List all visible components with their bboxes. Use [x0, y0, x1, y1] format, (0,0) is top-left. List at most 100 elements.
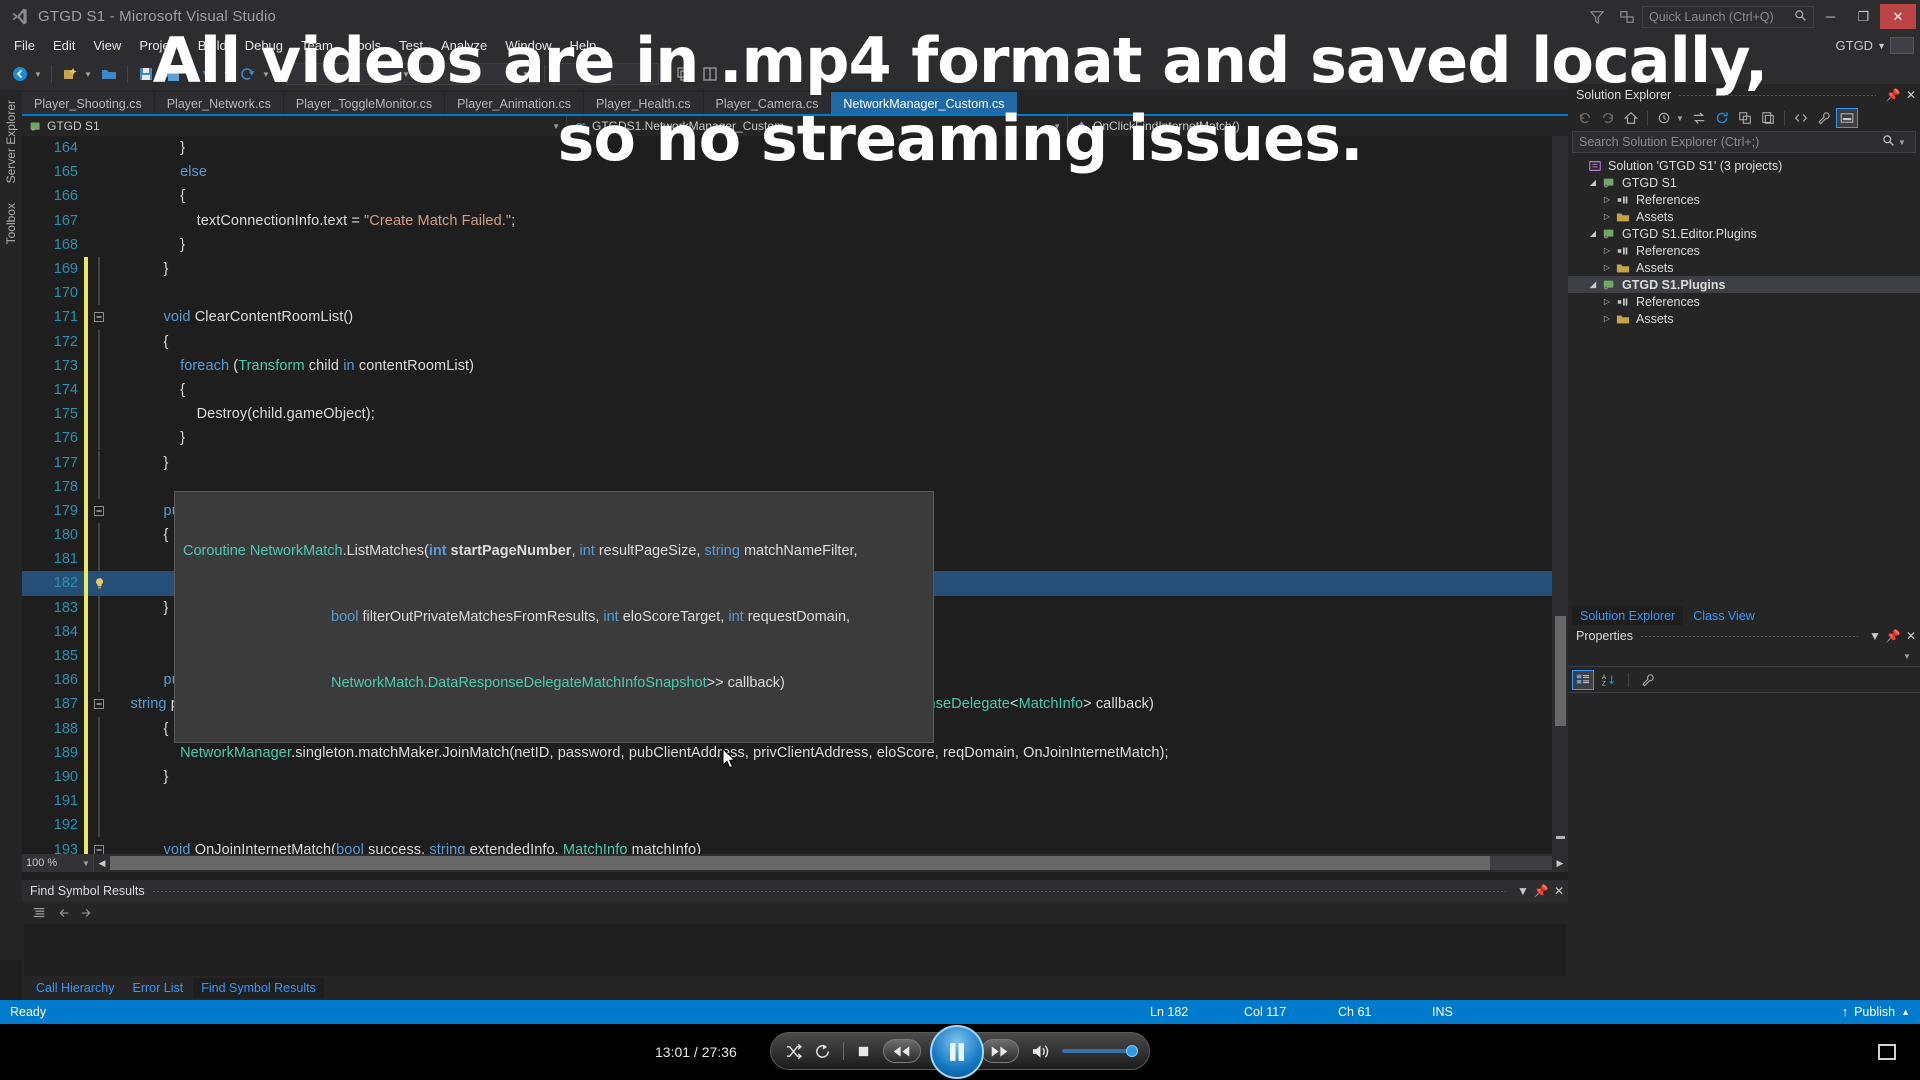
- close-icon[interactable]: ✕: [1902, 88, 1920, 102]
- collapse-all-icon[interactable]: [30, 904, 48, 922]
- preview-selected-items-icon[interactable]: [1836, 108, 1858, 128]
- pin-icon[interactable]: 📌: [1884, 88, 1902, 102]
- code-text[interactable]: }: [110, 261, 169, 277]
- document-tab-player-camera[interactable]: Player_Camera.cs: [704, 92, 831, 116]
- code-text[interactable]: {: [110, 188, 185, 204]
- menu-item-view[interactable]: View: [84, 35, 130, 56]
- menu-item-build[interactable]: Build: [189, 35, 236, 56]
- code-line[interactable]: 193 void OnJoinInternetMatch(bool succes…: [22, 837, 1568, 854]
- dock-tab-class-view[interactable]: Class View: [1685, 606, 1763, 625]
- menu-item-help[interactable]: Help: [561, 35, 606, 56]
- editor-hscroll-thumb[interactable]: [110, 856, 1490, 870]
- code-line[interactable]: 189 NetworkManager.singleton.matchMaker.…: [22, 741, 1568, 765]
- code-line[interactable]: 174 {: [22, 378, 1568, 402]
- dock-tab-solution-explorer[interactable]: Solution Explorer: [1572, 606, 1683, 625]
- code-text[interactable]: {: [110, 382, 185, 398]
- back-icon[interactable]: [1574, 108, 1596, 128]
- code-text[interactable]: }: [110, 769, 169, 785]
- menu-item-analyze[interactable]: Analyze: [432, 35, 496, 56]
- document-tab-player-shooting[interactable]: Player_Shooting.cs: [22, 92, 154, 116]
- search-icon[interactable]: [1882, 134, 1895, 150]
- collapse-all-icon[interactable]: [1734, 108, 1756, 128]
- code-text[interactable]: }: [110, 430, 185, 446]
- pin-icon[interactable]: 📌: [1884, 629, 1902, 643]
- solution-tree-item[interactable]: ▷Assets: [1568, 208, 1920, 225]
- expand-arrow-closed-icon[interactable]: ▷: [1600, 263, 1614, 272]
- close-icon[interactable]: ✕: [1902, 629, 1920, 643]
- new-project-dropdown-icon[interactable]: ▼: [84, 70, 95, 79]
- code-line[interactable]: 167 textConnectionInfo.text = "Create Ma…: [22, 209, 1568, 233]
- chevron-up-icon[interactable]: ▲: [1901, 1007, 1910, 1017]
- volume-slider[interactable]: [1062, 1049, 1135, 1053]
- expand-arrow-closed-icon[interactable]: ▷: [1600, 297, 1614, 306]
- properties-object-combo[interactable]: ▼: [1568, 647, 1920, 667]
- solution-config-combo[interactable]: ▼: [286, 63, 418, 85]
- new-window-icon[interactable]: [672, 62, 696, 86]
- navbar-member-selector[interactable]: OnClickFindInternetMatch(): [1068, 116, 1568, 136]
- menu-item-edit[interactable]: Edit: [44, 35, 84, 56]
- menu-item-test[interactable]: Test: [390, 35, 432, 56]
- menu-item-project[interactable]: Project: [130, 35, 188, 56]
- fold-collapse-icon[interactable]: [88, 506, 110, 516]
- menu-item-debug[interactable]: Debug: [236, 35, 292, 56]
- fold-collapse-icon[interactable]: [88, 699, 110, 709]
- code-line[interactable]: 192: [22, 813, 1568, 837]
- vertical-tab-server-explorer[interactable]: Server Explorer: [0, 90, 22, 193]
- code-text[interactable]: {: [110, 334, 169, 350]
- property-pages-wrench-icon[interactable]: [1637, 670, 1659, 690]
- code-line[interactable]: 176 }: [22, 426, 1568, 450]
- solution-tree-item[interactable]: ◢GTGD S1.Editor.Plugins: [1568, 225, 1920, 242]
- code-line[interactable]: 171 void ClearContentRoomList(): [22, 305, 1568, 329]
- restore-button[interactable]: ❐: [1847, 4, 1880, 29]
- solution-tree-item[interactable]: ▷References: [1568, 191, 1920, 208]
- avatar[interactable]: [1890, 37, 1914, 54]
- code-text[interactable]: {: [110, 721, 169, 737]
- fast-forward-button[interactable]: [981, 1039, 1019, 1063]
- next-result-icon[interactable]: [78, 904, 96, 922]
- scroll-left-icon[interactable]: ◀: [94, 854, 110, 872]
- chevron-down-icon[interactable]: ▼: [1898, 138, 1909, 147]
- undo-dropdown-icon[interactable]: ▼: [223, 70, 234, 79]
- bottom-tab-error-list[interactable]: Error List: [125, 978, 192, 998]
- view-code-icon[interactable]: [1790, 108, 1812, 128]
- code-line[interactable]: 166 {: [22, 184, 1568, 208]
- previous-result-icon[interactable]: [54, 904, 72, 922]
- navbar-type-selector[interactable]: GTGDS1.NetworkManager_Custom ▼: [567, 116, 1067, 136]
- editor-horizontal-scrollbar[interactable]: [110, 856, 1552, 870]
- menu-item-window[interactable]: Window: [496, 35, 560, 56]
- close-icon[interactable]: ✕: [1550, 884, 1568, 898]
- pause-button[interactable]: [930, 1025, 984, 1079]
- chevron-down-icon[interactable]: ▼: [1514, 884, 1532, 898]
- code-text[interactable]: {: [110, 527, 169, 543]
- code-text[interactable]: foreach (Transform child in contentRoomL…: [110, 358, 474, 374]
- feedback-funnel-icon[interactable]: [1582, 2, 1612, 32]
- expand-arrow-closed-icon[interactable]: ▷: [1600, 314, 1614, 323]
- status-publish-area[interactable]: ↑ Publish ▲: [1842, 1005, 1920, 1019]
- solution-tree-item[interactable]: ▷Assets: [1568, 310, 1920, 327]
- status-publish-label[interactable]: Publish: [1854, 1005, 1895, 1019]
- code-text[interactable]: else: [110, 164, 207, 180]
- code-line[interactable]: 169 }: [22, 257, 1568, 281]
- menu-item-team[interactable]: Team: [292, 35, 342, 56]
- chevron-down-icon[interactable]: ▼: [1053, 122, 1061, 131]
- expand-arrow-open-icon[interactable]: ◢: [1586, 280, 1600, 289]
- code-line[interactable]: 177 }: [22, 450, 1568, 474]
- code-text[interactable]: void OnJoinInternetMatch(bool success, s…: [110, 842, 701, 854]
- fold-collapse-icon[interactable]: [88, 312, 110, 322]
- code-line[interactable]: 165 else: [22, 160, 1568, 184]
- code-editor[interactable]: 164 }165 else166 {167 textConnectionInfo…: [22, 136, 1568, 854]
- solution-tree-item[interactable]: ◢GTGD S1.Plugins: [1568, 276, 1920, 293]
- expand-arrow-closed-icon[interactable]: ▷: [1600, 212, 1614, 221]
- fold-collapse-icon[interactable]: [88, 845, 110, 854]
- repeat-icon[interactable]: [814, 1043, 831, 1060]
- properties-wrench-icon[interactable]: [1813, 108, 1835, 128]
- pin-icon[interactable]: 📌: [1532, 884, 1550, 898]
- attach-to-unity-button[interactable]: ▼: [551, 63, 659, 85]
- code-text[interactable]: }: [110, 600, 169, 616]
- chevron-down-icon[interactable]: ▼: [1903, 652, 1914, 661]
- send-feedback-icon[interactable]: [1612, 2, 1642, 32]
- editor-scroll-thumb[interactable]: [1555, 616, 1566, 726]
- solution-tree-item[interactable]: ▷References: [1568, 293, 1920, 310]
- categorized-view-icon[interactable]: [1572, 670, 1594, 690]
- solution-explorer-search-input[interactable]: Search Solution Explorer (Ctrl+;) ▼: [1572, 131, 1916, 153]
